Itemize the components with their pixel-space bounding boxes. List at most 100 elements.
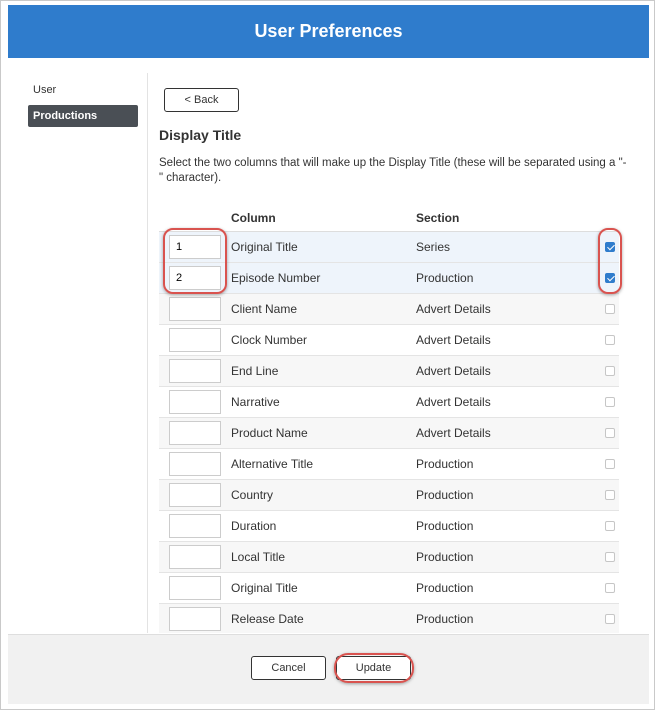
table-row: Alternative Title Production [159,448,619,480]
table-row: Local Title Production [159,541,619,573]
row-checkbox[interactable] [605,552,615,563]
table-header-row: Column Section [159,206,619,232]
description-text: Select the two columns that will make up… [159,157,627,184]
order-input[interactable] [169,544,221,569]
order-cell [159,262,231,294]
columns-table: Column Section Original TitleSeriesEpiso… [159,206,619,633]
section-cell: Production [416,541,601,573]
page-title: Display Title [159,127,242,143]
column-name-cell: Country [231,479,416,511]
column-name-cell: Client Name [231,293,416,325]
section-cell: Series [416,231,601,263]
order-input[interactable] [169,513,221,538]
table-row: Product Name Advert Details [159,417,619,449]
column-name-cell: Original Title [231,231,416,263]
header-select [601,206,619,232]
row-checkbox[interactable] [605,583,615,594]
column-name-cell: Duration [231,510,416,542]
row-checkbox[interactable] [605,521,615,532]
select-cell [601,386,619,418]
cancel-button[interactable]: Cancel [251,656,326,680]
row-checkbox[interactable] [605,273,615,284]
update-button[interactable]: Update [336,656,411,680]
table-row: Original Title Production [159,572,619,604]
row-checkbox[interactable] [605,366,615,377]
select-cell [601,231,619,263]
table-row: Country Production [159,479,619,511]
sidebar-item-productions[interactable]: Productions [28,105,138,127]
header-column: Column [231,206,416,232]
table-row: Duration Production [159,510,619,542]
column-name-cell: Alternative Title [231,448,416,480]
back-button[interactable]: < Back [164,88,239,112]
order-input[interactable] [169,575,221,600]
column-name-cell: Episode Number [231,262,416,294]
table-row: Clock Number Advert Details [159,324,619,356]
order-cell [159,510,231,542]
order-input[interactable] [169,482,221,507]
order-input[interactable] [169,234,221,259]
select-cell [601,448,619,480]
order-input[interactable] [169,327,221,352]
table-row: Narrative Advert Details [159,386,619,418]
select-cell [601,479,619,511]
section-cell: Advert Details [416,417,601,449]
column-name-cell: Original Title [231,572,416,604]
row-checkbox[interactable] [605,335,615,346]
order-input[interactable] [169,296,221,321]
row-checkbox[interactable] [605,304,615,315]
row-checkbox[interactable] [605,614,615,625]
order-input[interactable] [169,420,221,445]
order-input[interactable] [169,265,221,290]
table-row: End Line Advert Details [159,355,619,387]
select-cell [601,603,619,633]
row-checkbox[interactable] [605,242,615,253]
order-cell [159,479,231,511]
table-row: Release Date Production [159,603,619,633]
section-cell: Production [416,572,601,604]
select-cell [601,324,619,356]
table-row: Client Name Advert Details [159,293,619,325]
row-checkbox[interactable] [605,459,615,470]
order-cell [159,417,231,449]
column-name-cell: Clock Number [231,324,416,356]
order-cell [159,293,231,325]
order-cell [159,386,231,418]
order-cell [159,448,231,480]
row-checkbox[interactable] [605,397,615,408]
section-cell: Advert Details [416,386,601,418]
table-body: Original TitleSeriesEpisode NumberProduc… [159,231,619,633]
sidebar-item-user[interactable]: User [28,79,138,101]
section-cell: Advert Details [416,293,601,325]
row-checkbox[interactable] [605,428,615,439]
order-cell [159,355,231,387]
select-cell [601,262,619,294]
order-input[interactable] [169,451,221,476]
order-cell [159,572,231,604]
window-title: User Preferences [8,5,649,58]
section-cell: Production [416,603,601,633]
order-input[interactable] [169,389,221,414]
section-cell: Production [416,479,601,511]
order-cell [159,603,231,633]
order-cell [159,231,231,263]
main-content: < Back Display Title Select the two colu… [149,73,649,633]
order-input[interactable] [169,606,221,631]
column-name-cell: Local Title [231,541,416,573]
select-cell [601,417,619,449]
section-cell: Production [416,262,601,294]
row-checkbox[interactable] [605,490,615,501]
preferences-window: User Preferences User Productions < Back… [0,0,655,710]
header-order [159,206,231,232]
order-cell [159,324,231,356]
footer-bar: Cancel Update [8,634,649,704]
header-section: Section [416,206,601,232]
table-row: Episode NumberProduction [159,262,619,294]
column-name-cell: Release Date [231,603,416,633]
section-cell: Advert Details [416,355,601,387]
order-input[interactable] [169,358,221,383]
select-cell [601,541,619,573]
column-name-cell: Narrative [231,386,416,418]
column-name-cell: Product Name [231,417,416,449]
section-cell: Production [416,510,601,542]
